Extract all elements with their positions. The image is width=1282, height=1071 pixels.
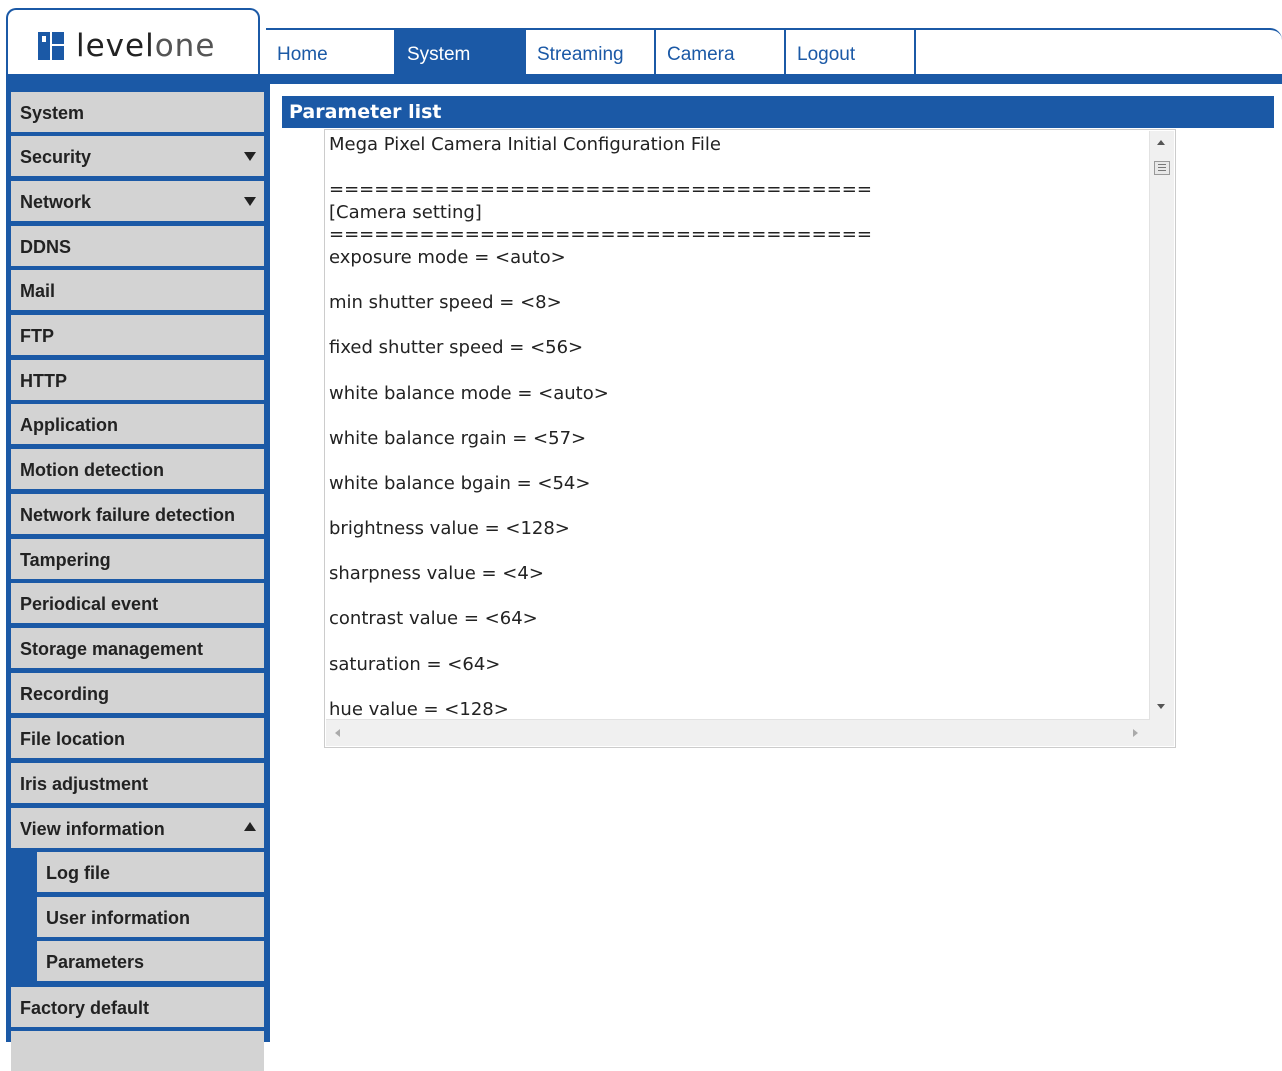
logo-text: levelone <box>76 28 216 64</box>
parameter-line <box>329 541 1149 564</box>
parameter-line <box>329 676 1149 699</box>
sidebar-item-file-location[interactable]: File location <box>11 718 264 758</box>
sidebar: System Security Network DDNS Mail FTP HT… <box>6 84 270 1071</box>
sidebar-item-security[interactable]: Security <box>11 136 264 176</box>
page-title: Parameter list <box>282 96 1274 128</box>
sidebar-item-periodical-event[interactable]: Periodical event <box>11 583 264 623</box>
parameter-line: contrast value = <64> <box>329 608 538 630</box>
sidebar-item-recording[interactable]: Recording <box>11 673 264 713</box>
scroll-up-icon[interactable] <box>1157 140 1165 145</box>
top-nav: Home System Streaming Camera Logout <box>266 30 916 74</box>
parameter-line: [Camera setting] <box>329 201 482 223</box>
sidebar-item-application[interactable]: Application <box>11 404 264 444</box>
sidebar-item-ddns[interactable]: DDNS <box>11 226 264 266</box>
parameter-line: ==================================== <box>329 224 872 246</box>
sidebar-item-user-information[interactable]: User information <box>37 897 264 937</box>
horizontal-scrollbar[interactable] <box>326 719 1150 746</box>
parameter-list-textarea[interactable]: Mega Pixel Camera Initial Configuration … <box>324 129 1176 748</box>
parameter-line <box>329 315 1149 338</box>
sidebar-item-ftp[interactable]: FTP <box>11 315 264 355</box>
sidebar-item-mail[interactable]: Mail <box>11 270 264 310</box>
parameter-line <box>329 360 1149 383</box>
parameter-line <box>329 496 1149 519</box>
parameter-line <box>329 157 1149 180</box>
parameter-line: Mega Pixel Camera Initial Configuration … <box>329 134 721 155</box>
sidebar-item-storage-management[interactable]: Storage management <box>11 628 264 668</box>
chevron-down-icon <box>244 152 256 161</box>
sidebar-item-view-information[interactable]: View information <box>11 808 264 848</box>
parameter-line: sharpness value = <4> <box>329 563 544 585</box>
parameter-line <box>329 631 1149 654</box>
sidebar-item-system[interactable]: System <box>11 92 264 132</box>
vertical-scrollbar[interactable] <box>1149 131 1174 721</box>
levelone-logo: levelone <box>38 28 215 64</box>
sidebar-item-network-failure-detection[interactable]: Network failure detection <box>11 494 264 534</box>
tab-system[interactable]: System <box>396 30 526 74</box>
tab-home[interactable]: Home <box>266 30 396 74</box>
parameter-line: ==================================== <box>329 179 872 201</box>
parameter-line: hue value = <128> <box>329 698 509 720</box>
parameter-list-content: Mega Pixel Camera Initial Configuration … <box>329 134 1149 720</box>
header-divider <box>6 74 1282 84</box>
parameter-line <box>329 405 1149 428</box>
parameter-line: brightness value = <128> <box>329 518 570 540</box>
parameter-line: white balance mode = <auto> <box>329 382 609 404</box>
parameter-line <box>329 270 1149 293</box>
parameter-line <box>329 586 1149 609</box>
tab-camera[interactable]: Camera <box>656 30 786 74</box>
parameter-line <box>329 450 1149 473</box>
parameter-line: white balance rgain = <57> <box>329 427 587 449</box>
parameter-line: min shutter speed = <8> <box>329 292 562 314</box>
sidebar-item-http[interactable]: HTTP <box>11 360 264 400</box>
parameter-line: exposure mode = <auto> <box>329 246 566 268</box>
levelone-logo-icon <box>38 32 70 60</box>
scrollbar-thumb[interactable] <box>1154 161 1170 175</box>
tab-logout[interactable]: Logout <box>786 30 916 74</box>
scrollbar-corner <box>1150 720 1174 746</box>
sidebar-item-parameters[interactable]: Parameters <box>37 941 264 981</box>
chevron-up-icon <box>244 822 256 831</box>
sidebar-item-tampering[interactable]: Tampering <box>11 539 264 579</box>
chevron-down-icon <box>244 197 256 206</box>
sidebar-item-log-file[interactable]: Log file <box>37 852 264 892</box>
scroll-down-icon[interactable] <box>1157 704 1165 709</box>
sidebar-item-more[interactable] <box>11 1031 264 1071</box>
sidebar-item-iris-adjustment[interactable]: Iris adjustment <box>11 763 264 803</box>
sidebar-item-network[interactable]: Network <box>11 181 264 221</box>
scroll-right-icon[interactable] <box>1133 729 1138 737</box>
parameter-line: white balance bgain = <54> <box>329 472 591 494</box>
parameter-line: fixed shutter speed = <56> <box>329 337 584 359</box>
tab-streaming[interactable]: Streaming <box>526 30 656 74</box>
scroll-left-icon[interactable] <box>335 729 340 737</box>
sidebar-item-motion-detection[interactable]: Motion detection <box>11 449 264 489</box>
sidebar-item-factory-default[interactable]: Factory default <box>11 987 264 1027</box>
parameter-line: saturation = <64> <box>329 653 501 675</box>
